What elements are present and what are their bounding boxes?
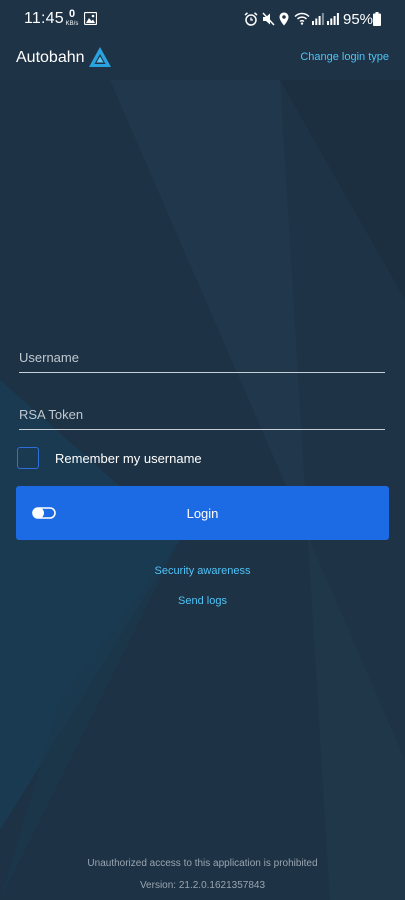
image-icon	[83, 11, 98, 30]
remember-username-label[interactable]: Remember my username	[55, 451, 202, 466]
signal-icon	[327, 12, 339, 30]
change-login-type-link[interactable]: Change login type	[300, 51, 389, 63]
alarm-icon	[244, 12, 258, 31]
login-button[interactable]: Login	[16, 486, 389, 540]
data-rate: 0 KB/s	[64, 8, 80, 28]
status-bar: 11:45 0 KB/s 95%	[0, 0, 405, 40]
app-title: Autobahn	[16, 49, 85, 66]
send-logs-link[interactable]: Send logs	[0, 595, 405, 607]
data-rate-unit: KB/s	[65, 21, 79, 27]
login-button-label: Login	[186, 506, 219, 521]
security-awareness-link[interactable]: Security awareness	[0, 565, 405, 577]
battery-icon	[373, 12, 381, 31]
signal-icon	[312, 12, 324, 30]
version-text: Version: 21.2.0.1621357843	[139, 880, 266, 891]
unauthorized-access-notice: Unauthorized access to this application …	[87, 858, 318, 869]
autobahn-logo-icon	[88, 46, 112, 73]
login-screen: 11:45 0 KB/s 95% Autobahn Change login t…	[0, 0, 405, 900]
battery-percent: 95%	[343, 11, 374, 28]
location-icon	[279, 12, 289, 31]
status-time: 11:45	[24, 10, 64, 27]
username-field-container	[19, 342, 385, 373]
mute-icon	[262, 12, 275, 31]
remember-username-checkbox[interactable]	[17, 447, 39, 469]
rsa-token-field-container	[19, 399, 385, 430]
data-rate-value: 0	[68, 8, 76, 20]
background-pattern	[0, 80, 405, 900]
rsa-token-input[interactable]	[19, 399, 385, 429]
wifi-icon	[294, 12, 310, 30]
username-input[interactable]	[19, 342, 385, 372]
